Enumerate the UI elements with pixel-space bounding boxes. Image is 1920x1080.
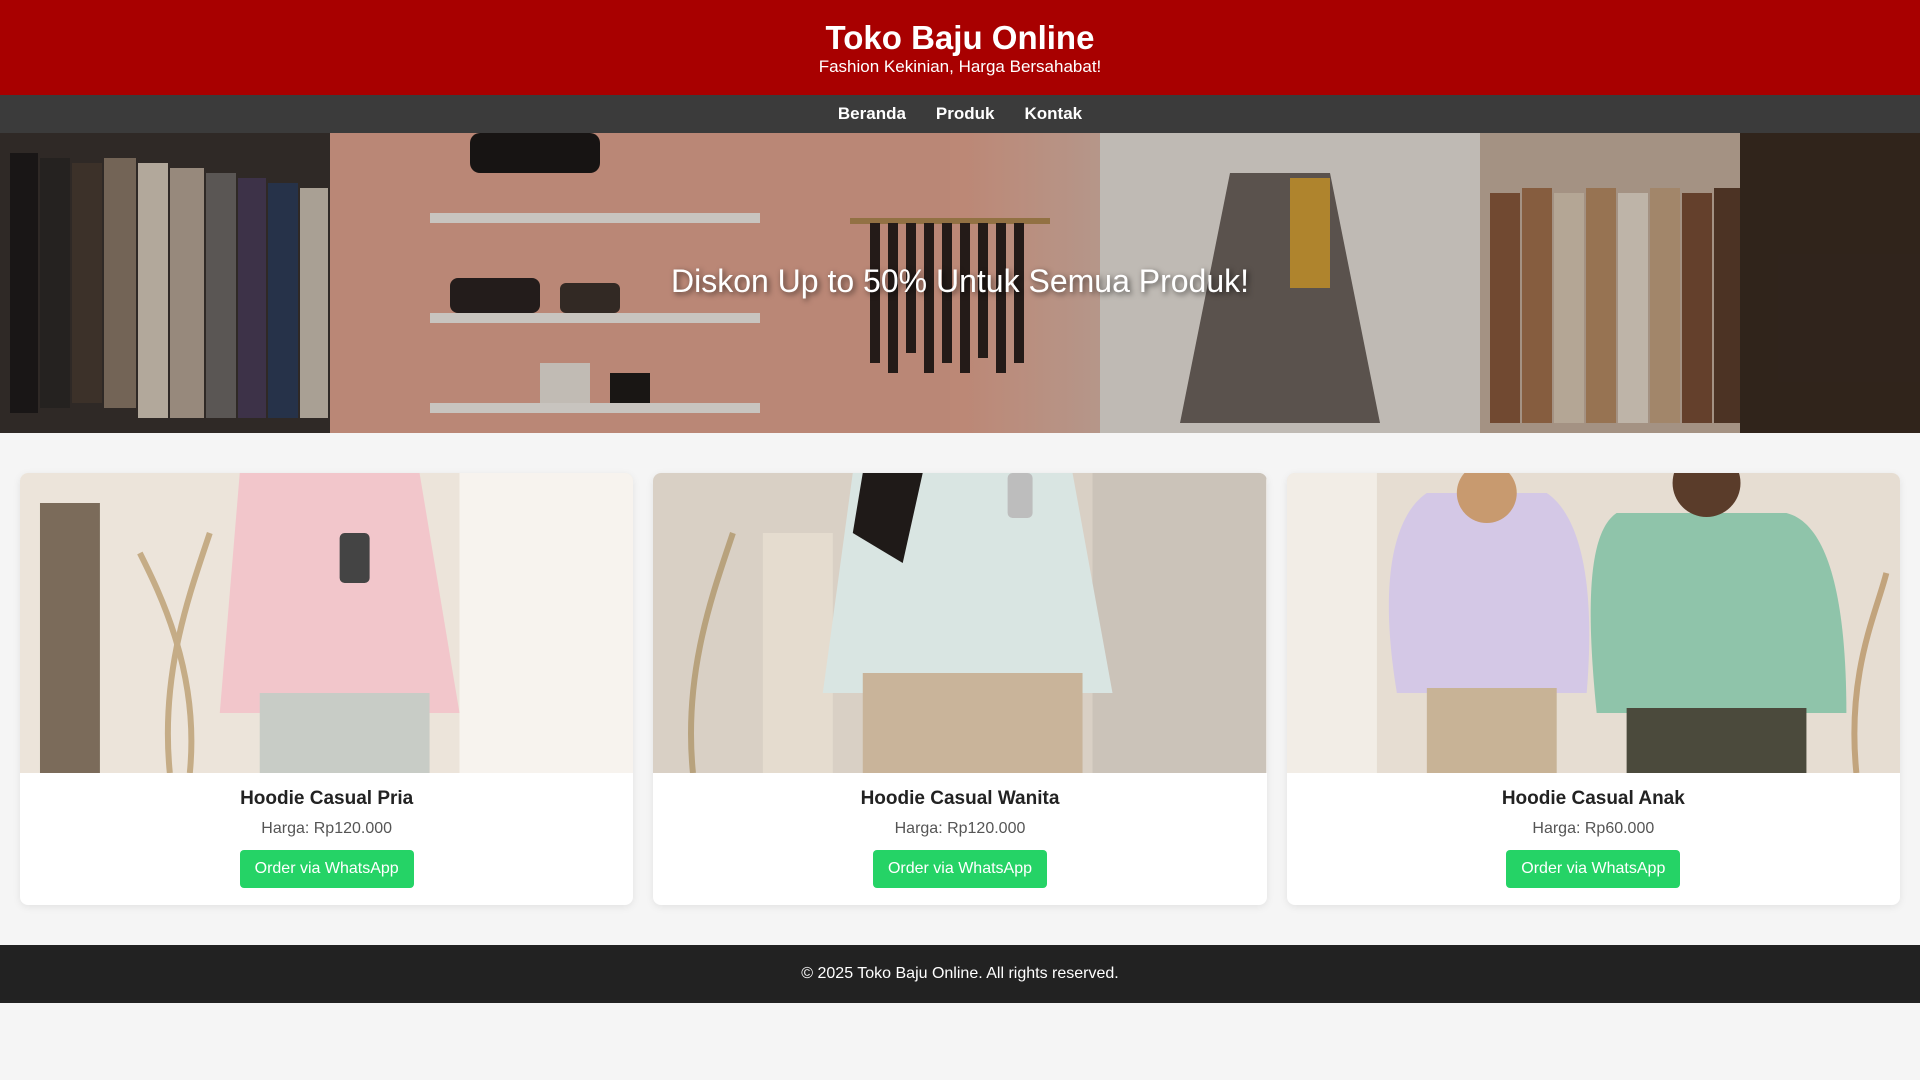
product-name: Hoodie Casual Pria [240,788,414,809]
product-image [20,473,634,773]
site-tagline: Fashion Kekinian, Harga Bersahabat! [818,57,1102,76]
hero-banner: Diskon Up to 50% Untuk Semua Produk! [0,133,1920,433]
product-image [1286,473,1900,773]
site-header: Toko Baju Online Fashion Kekinian, Harga… [0,0,1920,95]
hero-headline: Diskon Up to 50% Untuk Semua Produk! [670,262,1250,299]
product-image [653,473,1267,773]
product-card: Hoodie Casual Wanita Harga: Rp120.000 Or… [653,473,1267,905]
product-price: Harga: Rp120.000 [261,820,393,837]
product-card: Hoodie Casual Anak Harga: Rp60.000 Order… [1286,473,1900,905]
product-price: Harga: Rp60.000 [1532,820,1655,837]
main-nav: Beranda Produk Kontak [0,95,1920,133]
site-footer: © 2025 Toko Baju Online. All rights rese… [0,945,1920,1003]
product-photo-hoodie-kids [1286,473,1900,773]
product-list: Hoodie Casual Pria Harga: Rp120.000 Orde… [0,433,1920,945]
site-title: Toko Baju Online [825,19,1095,56]
order-whatsapp-button[interactable]: Order via WhatsApp [239,850,414,888]
order-whatsapp-button[interactable]: Order via WhatsApp [872,850,1048,888]
product-photo-hoodie-women [653,473,1267,773]
nav-item-beranda[interactable]: Beranda [823,95,921,133]
nav-item-produk[interactable]: Produk [921,95,1010,133]
product-name: Hoodie Casual Wanita [860,788,1060,809]
order-whatsapp-button[interactable]: Order via WhatsApp [1506,850,1681,888]
product-name: Hoodie Casual Anak [1501,788,1685,809]
product-card: Hoodie Casual Pria Harga: Rp120.000 Orde… [20,473,634,905]
nav-item-kontak[interactable]: Kontak [1009,95,1097,133]
footer-copyright: © 2025 Toko Baju Online. All rights rese… [801,965,1119,982]
product-price: Harga: Rp120.000 [894,820,1026,837]
product-photo-hoodie-men [20,473,634,773]
